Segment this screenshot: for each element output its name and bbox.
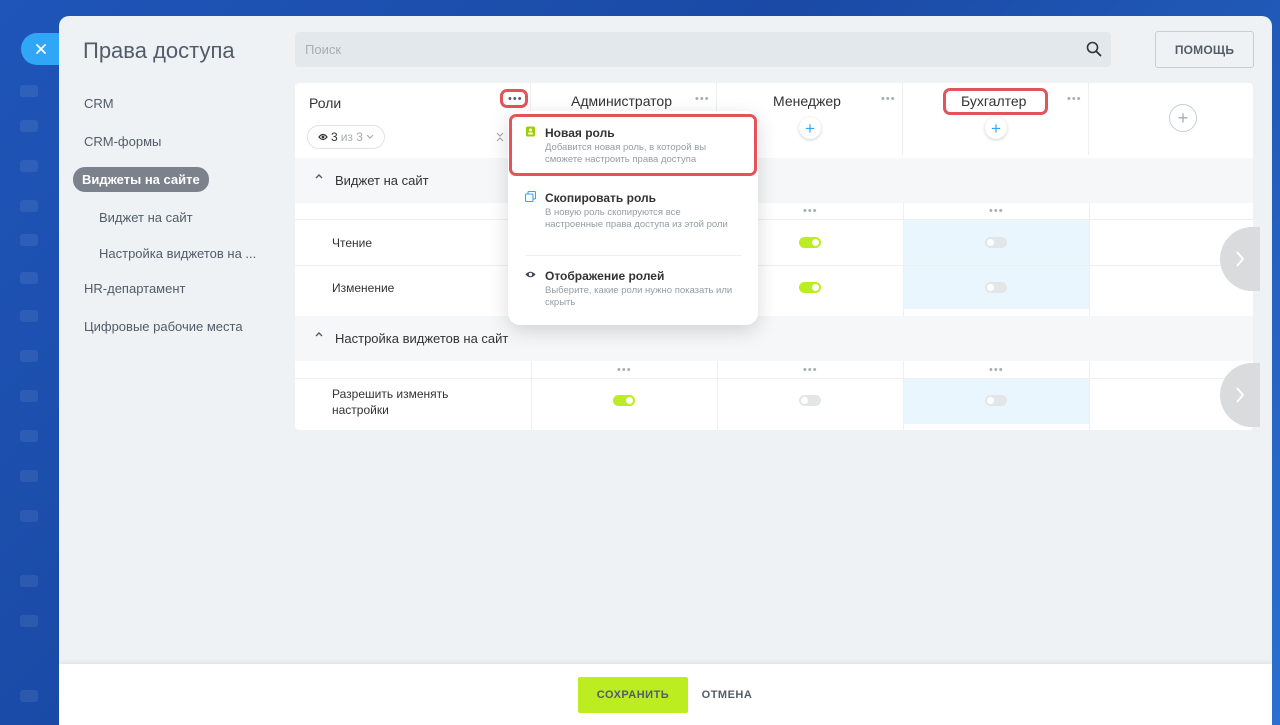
add-permission-plus-icon[interactable]: + <box>985 117 1007 139</box>
collapse-icon[interactable] <box>495 131 505 143</box>
highlight-box <box>943 88 1048 115</box>
rail-item <box>20 272 38 284</box>
divider <box>1089 361 1090 430</box>
help-button[interactable]: ПОМОЩЬ <box>1155 31 1254 68</box>
rail-item <box>20 510 38 522</box>
menu-item-description: В новую роль скопируются все настроенные… <box>545 207 728 230</box>
rail-item <box>20 390 38 402</box>
sidebar-item-site-widgets[interactable]: Виджеты на сайте <box>73 167 209 192</box>
section-title: Виджет на сайт <box>335 173 429 188</box>
role-name-manager[interactable]: Менеджер <box>773 93 841 109</box>
rail-item <box>20 690 38 702</box>
close-icon <box>36 44 46 54</box>
toggle-edit-manager[interactable] <box>799 282 821 293</box>
roles-context-menu: Новая роль Добавится новая роль, в котор… <box>508 111 758 325</box>
permissions-table: Роли ••• 3 из 3 Администратор ••• Менедж… <box>295 83 1253 430</box>
left-rail <box>0 0 58 725</box>
permission-label: Разрешить изменять настройки <box>332 387 449 417</box>
chevron-up-icon <box>315 332 323 337</box>
menu-item-title: Скопировать роль <box>545 191 656 205</box>
rail-item <box>20 470 38 482</box>
roles-total-count: из 3 <box>340 130 363 144</box>
add-permission-plus-icon[interactable]: + <box>799 117 821 139</box>
section-row[interactable]: Настройка виджетов на сайт <box>295 316 1253 361</box>
menu-item-title: Отображение ролей <box>545 269 665 283</box>
divider <box>295 219 1253 220</box>
cell-dots-icon[interactable]: ••• <box>989 365 1004 376</box>
toggle-settings-accountant[interactable] <box>985 395 1007 406</box>
rail-item <box>20 575 38 587</box>
divider <box>903 361 904 430</box>
roles-header-cell: Роли ••• 3 из 3 <box>295 83 531 155</box>
rail-item <box>20 85 38 97</box>
toggle-settings-manager[interactable] <box>799 395 821 406</box>
rail-item <box>20 120 38 132</box>
toggle-read-accountant[interactable] <box>985 237 1007 248</box>
section-title: Настройка виджетов на сайт <box>335 331 509 346</box>
menu-item-description: Выберите, какие роли нужно показать или … <box>545 285 733 308</box>
menu-separator <box>526 255 742 256</box>
rail-item <box>20 234 38 246</box>
chevron-up-icon <box>315 174 323 179</box>
divider <box>295 265 1253 266</box>
search-input[interactable] <box>305 42 1065 57</box>
divider <box>717 361 718 430</box>
roles-header-label: Роли <box>309 95 342 111</box>
rail-item <box>20 310 38 322</box>
highlight-box <box>509 114 757 176</box>
copy-icon <box>525 191 536 202</box>
cell-dots-icon[interactable]: ••• <box>617 365 632 376</box>
divider <box>531 361 532 430</box>
access-rights-panel: Права доступа ПОМОЩЬ CRM CRM-формы Видже… <box>59 16 1272 725</box>
rail-item <box>20 615 38 627</box>
sidebar-item-crm-forms[interactable]: CRM-формы <box>84 134 161 149</box>
menu-item-display-roles[interactable]: Отображение ролей Выберите, какие роли н… <box>508 257 758 317</box>
add-role-column-plus-icon[interactable]: + <box>1169 104 1197 132</box>
roles-shown-count: 3 <box>331 130 338 144</box>
role-name-admin[interactable]: Администратор <box>571 93 672 109</box>
search-bar[interactable] <box>295 32 1111 67</box>
chevron-down-icon <box>366 134 374 139</box>
rail-item <box>20 160 38 172</box>
sidebar-item-crm[interactable]: CRM <box>84 96 114 111</box>
cell-dots-icon[interactable]: ••• <box>803 206 818 217</box>
rail-item <box>20 200 38 212</box>
menu-item-copy-role[interactable]: Скопировать роль В новую роль скопируютс… <box>508 179 758 251</box>
chevron-right-icon <box>1236 251 1245 267</box>
save-button[interactable]: СОХРАНИТЬ <box>578 677 688 713</box>
sidebar-item-digital-workplaces[interactable]: Цифровые рабочие места <box>84 319 243 334</box>
search-icon[interactable] <box>1085 40 1103 58</box>
sidebar-item-hr[interactable]: HR-департамент <box>84 281 185 296</box>
toggle-settings-admin[interactable] <box>613 395 635 406</box>
sidebar-item-widget-settings[interactable]: Настройка виджетов на ... <box>99 246 256 261</box>
rail-item <box>20 350 38 362</box>
close-slider-button[interactable] <box>21 33 61 65</box>
divider <box>295 378 1253 379</box>
eye-icon <box>318 133 328 141</box>
role-accountant-dots-icon[interactable]: ••• <box>1067 94 1082 105</box>
permission-label: Изменение <box>332 281 395 295</box>
role-admin-dots-icon[interactable]: ••• <box>695 94 710 105</box>
cancel-button[interactable]: ОТМЕНА <box>699 677 755 713</box>
chevron-right-icon <box>1236 387 1245 403</box>
role-manager-dots-icon[interactable]: ••• <box>881 94 896 105</box>
section-row[interactable]: Виджет на сайт <box>295 158 1253 203</box>
role-column-accountant: Бухгалтер ••• + <box>903 83 1089 155</box>
page-title: Права доступа <box>83 38 235 63</box>
toggle-read-manager[interactable] <box>799 237 821 248</box>
sidebar-item-site-widget[interactable]: Виджет на сайт <box>99 210 193 225</box>
eye-icon <box>525 271 536 278</box>
highlighted-column-cells <box>903 219 1089 309</box>
roles-counter[interactable]: 3 из 3 <box>307 125 385 149</box>
rail-item <box>20 430 38 442</box>
toggle-edit-accountant[interactable] <box>985 282 1007 293</box>
permission-label: Чтение <box>332 236 373 250</box>
cell-dots-icon[interactable]: ••• <box>989 206 1004 217</box>
cell-dots-icon[interactable]: ••• <box>803 365 818 376</box>
footer-bar: СОХРАНИТЬ ОТМЕНА <box>59 664 1272 725</box>
highlight-box <box>500 89 528 108</box>
